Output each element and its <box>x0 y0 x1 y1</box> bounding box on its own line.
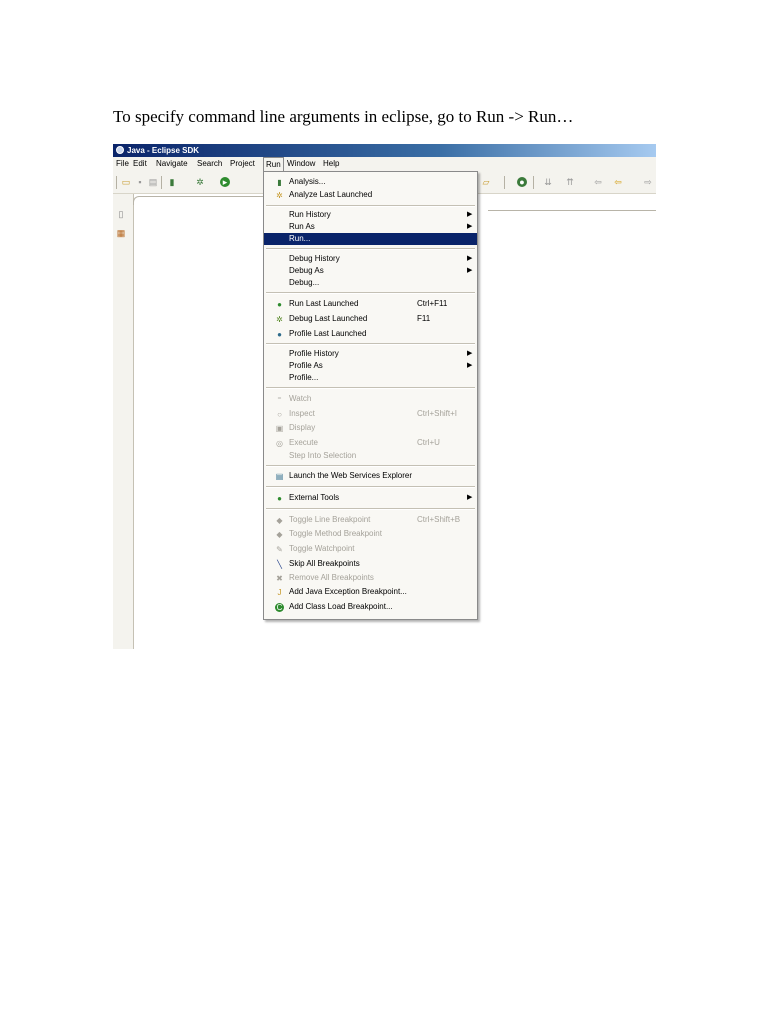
menu-separator <box>266 292 475 294</box>
menu-item-toggle-method-breakpoint[interactable]: ◆ Toggle Method Breakpoint <box>264 528 477 540</box>
menu-item-execute[interactable]: ◎ Execute Ctrl+U <box>264 437 477 449</box>
menu-separator <box>266 486 475 488</box>
analysis-toolbar-icon[interactable]: ▮ <box>167 177 177 187</box>
watch-icon: ⁼ <box>277 395 282 404</box>
view-border <box>133 196 264 205</box>
submenu-arrow-icon: ▶ <box>467 211 473 218</box>
submenu-arrow-icon: ▶ <box>467 223 473 230</box>
menu-item-inspect[interactable]: ○ Inspect Ctrl+Shift+I <box>264 408 477 420</box>
menu-separator <box>266 465 475 467</box>
package-explorer-icon[interactable]: ▯ <box>116 209 126 219</box>
menu-separator <box>266 205 475 207</box>
analyze-icon: ✲ <box>276 191 283 200</box>
run-menu: ▮ Analysis... ✲ Analyze Last Launched Ru… <box>263 171 478 620</box>
editor-border <box>488 210 656 211</box>
run-toolbar-icon[interactable]: ▸ <box>220 177 230 187</box>
menu-item-profile-last-launched[interactable]: ● Profile Last Launched <box>264 328 477 340</box>
toolbar-separator <box>161 176 162 189</box>
menu-item-analysis[interactable]: ▮ Analysis... <box>264 176 477 188</box>
menu-item-step-into-selection[interactable]: Step Into Selection <box>264 450 477 462</box>
open-type-icon[interactable]: ▱ <box>481 177 491 187</box>
toolbar-separator <box>533 176 534 189</box>
menu-run[interactable]: Run <box>263 157 284 171</box>
window-titlebar: Java - Eclipse SDK <box>113 144 656 157</box>
menu-item-run-as[interactable]: Run As ▶ <box>264 221 477 233</box>
next-annotation-icon[interactable]: ⇊ <box>543 177 553 187</box>
menu-item-remove-all-breakpoints[interactable]: ✖ Remove All Breakpoints <box>264 572 477 584</box>
hierarchy-icon[interactable]: ▦ <box>116 228 126 238</box>
submenu-arrow-icon: ▶ <box>467 494 473 501</box>
menu-item-profile[interactable]: Profile... <box>264 372 477 384</box>
debug-toolbar-icon[interactable]: ✲ <box>195 177 205 187</box>
menu-edit[interactable]: Edit <box>133 157 147 171</box>
previous-annotation-icon[interactable]: ⇈ <box>565 177 575 187</box>
menubar: File Edit Navigate Search Project Run Wi… <box>113 157 656 171</box>
debug-icon: ✲ <box>276 315 283 324</box>
menu-item-toggle-watchpoint[interactable]: ✎ Toggle Watchpoint <box>264 543 477 555</box>
submenu-arrow-icon: ▶ <box>467 362 473 369</box>
menu-item-debug-history[interactable]: Debug History ▶ <box>264 253 477 265</box>
remove-breakpoints-icon: ✖ <box>276 574 283 583</box>
left-trim: ▯ ▦ <box>113 194 133 649</box>
display-icon: ▣ <box>275 424 284 433</box>
window-title: Java - Eclipse SDK <box>127 146 200 155</box>
submenu-arrow-icon: ▶ <box>467 255 473 262</box>
menu-item-debug-as[interactable]: Debug As ▶ <box>264 265 477 277</box>
menu-item-skip-all-breakpoints[interactable]: ╲ Skip All Breakpoints <box>264 558 477 570</box>
forward-icon[interactable]: ⇨ <box>643 177 653 187</box>
menu-project[interactable]: Project <box>230 157 255 171</box>
last-edit-icon[interactable]: ⇦ <box>593 177 603 187</box>
menu-window[interactable]: Window <box>287 157 315 171</box>
method-breakpoint-icon: ◆ <box>276 530 283 539</box>
menu-separator <box>266 387 475 389</box>
menu-item-web-services-explorer[interactable]: ▤ Launch the Web Services Explorer <box>264 470 477 482</box>
watchpoint-icon: ✎ <box>276 545 283 554</box>
menu-search[interactable]: Search <box>197 157 222 171</box>
caption-text: To specify command line arguments in ecl… <box>113 107 574 126</box>
toolbar-separator <box>116 176 117 189</box>
external-tools-icon: ● <box>277 494 282 503</box>
view-divider <box>133 194 134 649</box>
eclipse-icon <box>116 146 124 154</box>
menu-separator <box>266 248 475 250</box>
menu-item-debug-last-launched[interactable]: ✲ Debug Last Launched F11 <box>264 313 477 325</box>
analysis-icon: ▮ <box>277 178 282 187</box>
class-load-breakpoint-icon: C <box>275 603 284 612</box>
inspect-icon: ○ <box>277 410 282 419</box>
profile-icon: ● <box>277 330 282 339</box>
menu-item-display[interactable]: ▣ Display <box>264 422 477 434</box>
skip-breakpoints-icon: ╲ <box>277 560 282 569</box>
globe-icon[interactable]: ● <box>517 177 527 187</box>
line-breakpoint-icon: ◆ <box>276 516 283 525</box>
new-icon[interactable]: ▭ <box>121 177 131 187</box>
menu-item-analyze-last-launched[interactable]: ✲ Analyze Last Launched <box>264 189 477 201</box>
menu-item-add-java-exception-breakpoint[interactable]: J Add Java Exception Breakpoint... <box>264 586 477 598</box>
menu-item-profile-as[interactable]: Profile As ▶ <box>264 360 477 372</box>
menu-item-debug[interactable]: Debug... <box>264 277 477 289</box>
eclipse-screenshot: Java - Eclipse SDK File Edit Navigate Se… <box>113 144 656 649</box>
menu-item-toggle-line-breakpoint[interactable]: ◆ Toggle Line Breakpoint Ctrl+Shift+B <box>264 514 477 526</box>
exception-breakpoint-icon: J <box>277 588 282 597</box>
menu-navigate[interactable]: Navigate <box>156 157 188 171</box>
menu-file[interactable]: File <box>116 157 129 171</box>
submenu-arrow-icon: ▶ <box>467 350 473 357</box>
save-icon[interactable]: ▪ <box>135 177 145 187</box>
menu-separator <box>266 343 475 345</box>
menu-item-run-last-launched[interactable]: ● Run Last Launched Ctrl+F11 <box>264 298 477 310</box>
print-icon[interactable]: ▤ <box>148 177 158 187</box>
menu-item-external-tools[interactable]: ● External Tools ▶ <box>264 492 477 504</box>
web-services-icon: ▤ <box>275 472 284 481</box>
run-icon: ● <box>277 300 282 309</box>
menu-separator <box>266 508 475 510</box>
menu-item-profile-history[interactable]: Profile History ▶ <box>264 348 477 360</box>
toolbar-separator <box>504 176 505 189</box>
menu-item-add-class-load-breakpoint[interactable]: C Add Class Load Breakpoint... <box>264 601 477 613</box>
back-icon[interactable]: ⇦ <box>613 177 623 187</box>
menu-item-run[interactable]: Run... <box>264 233 477 245</box>
menu-item-run-history[interactable]: Run History ▶ <box>264 209 477 221</box>
menu-help[interactable]: Help <box>323 157 339 171</box>
menu-item-watch[interactable]: ⁼ Watch <box>264 393 477 405</box>
execute-icon: ◎ <box>276 439 283 448</box>
submenu-arrow-icon: ▶ <box>467 267 473 274</box>
